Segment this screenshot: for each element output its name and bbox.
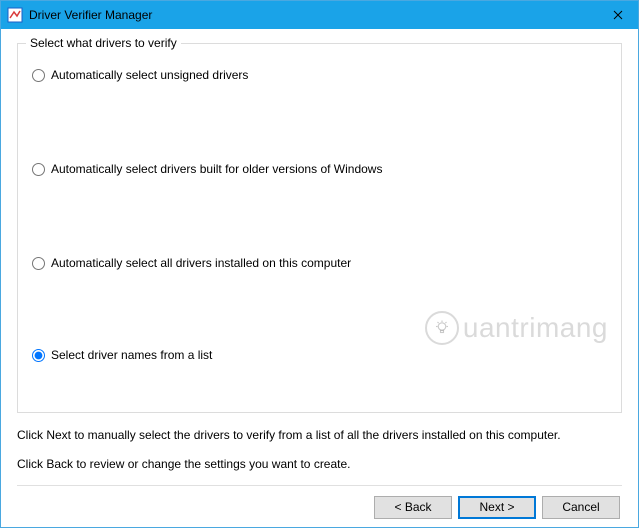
radio-list-label: Select driver names from a list bbox=[51, 348, 212, 362]
group-legend: Select what drivers to verify bbox=[26, 36, 181, 50]
radio-unsigned-drivers[interactable]: Automatically select unsigned drivers bbox=[32, 68, 607, 82]
dialog-content: Select what drivers to verify Automatica… bbox=[1, 29, 638, 529]
radio-all-label: Automatically select all drivers install… bbox=[51, 256, 351, 270]
hint-text: Click Next to manually select the driver… bbox=[17, 427, 622, 473]
separator bbox=[17, 485, 622, 486]
hint-line-1: Click Next to manually select the driver… bbox=[17, 427, 622, 444]
radio-older-windows-drivers[interactable]: Automatically select drivers built for o… bbox=[32, 162, 607, 176]
close-icon bbox=[613, 10, 623, 20]
radio-unsigned-input[interactable] bbox=[32, 69, 45, 82]
radio-select-from-list[interactable]: Select driver names from a list bbox=[32, 348, 607, 362]
app-icon bbox=[7, 7, 23, 23]
close-button[interactable] bbox=[598, 1, 638, 29]
radio-unsigned-label: Automatically select unsigned drivers bbox=[51, 68, 248, 82]
radio-all-drivers[interactable]: Automatically select all drivers install… bbox=[32, 256, 607, 270]
titlebar: Driver Verifier Manager bbox=[1, 1, 638, 29]
next-button[interactable]: Next > bbox=[458, 496, 536, 519]
cancel-button[interactable]: Cancel bbox=[542, 496, 620, 519]
window-title: Driver Verifier Manager bbox=[29, 8, 598, 22]
hint-line-2: Click Back to review or change the setti… bbox=[17, 456, 622, 473]
radio-older-label: Automatically select drivers built for o… bbox=[51, 162, 382, 176]
radio-list-input[interactable] bbox=[32, 349, 45, 362]
button-row: < Back Next > Cancel bbox=[17, 496, 622, 519]
radio-all-input[interactable] bbox=[32, 257, 45, 270]
radio-older-input[interactable] bbox=[32, 163, 45, 176]
back-button[interactable]: < Back bbox=[374, 496, 452, 519]
driver-select-group: Select what drivers to verify Automatica… bbox=[17, 43, 622, 413]
